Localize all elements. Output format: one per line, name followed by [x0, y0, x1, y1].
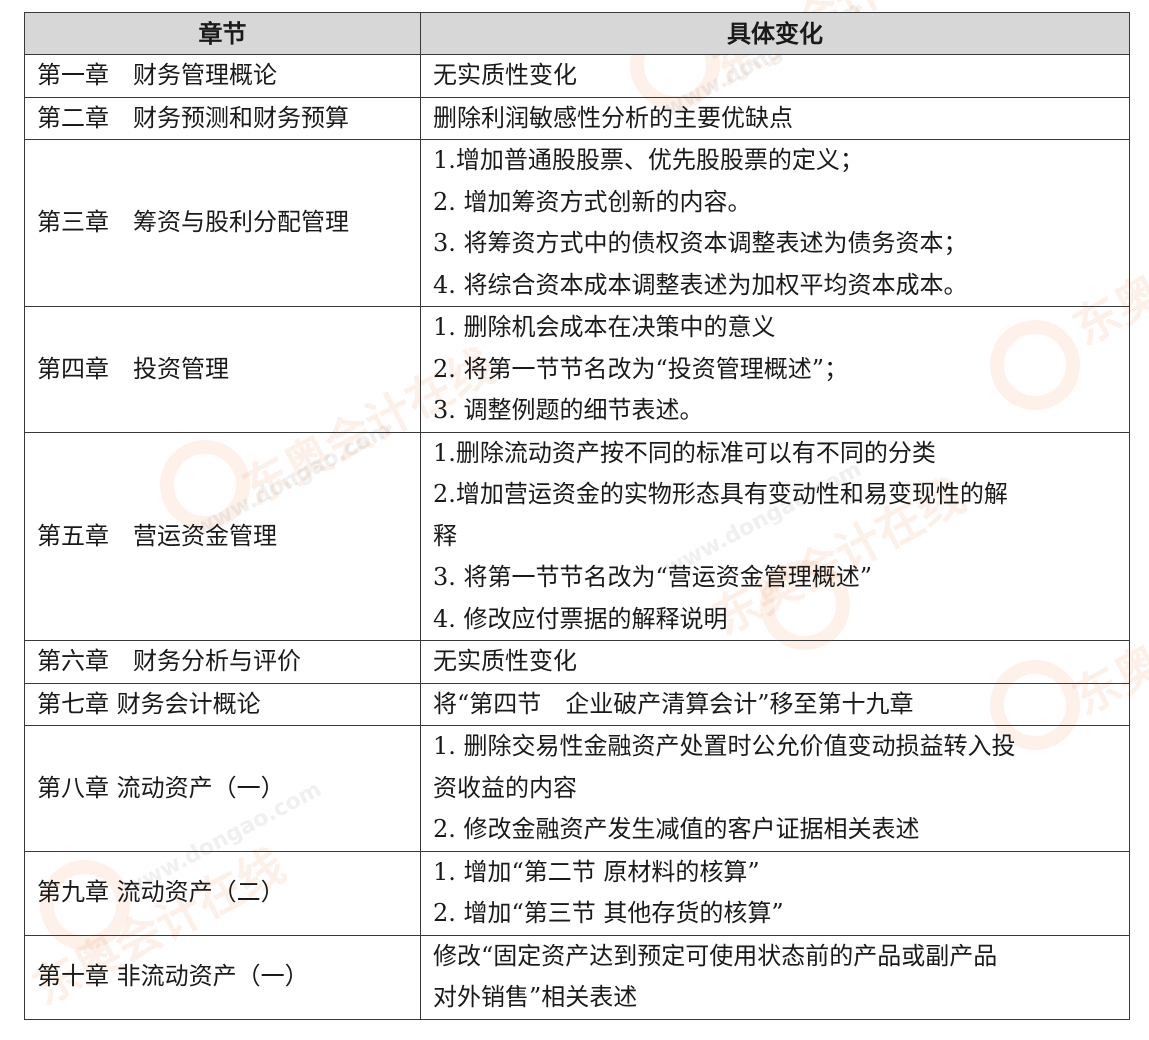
changes-cell: 1. 增加“第二节 原材料的核算” 2. 增加“第三节 其他存货的核算” [420, 850, 1130, 936]
chapter-cell: 第三章 筹资与股利分配管理 [24, 139, 421, 307]
change-line: 释 [433, 521, 457, 550]
table-row: 第四章 投资管理 1. 删除机会成本在决策中的意义 2. 将第一节节名改为“投资… [24, 306, 1130, 433]
change-line: 1.增加普通股股票、优先股股票的定义； [433, 146, 864, 174]
chapter-cell: 第六章 财务分析与评价 [24, 640, 421, 684]
chapter-cell: 第五章 营运资金管理 [24, 431, 421, 641]
change-line: 将“第四节 企业破产清算会计”移至第十九章 [433, 689, 914, 718]
change-line: 1.删除流动资产按不同的标准可以有不同的分类 [433, 438, 936, 467]
table-row: 第五章 营运资金管理 1.删除流动资产按不同的标准可以有不同的分类 2.增加营运… [24, 431, 1130, 641]
change-line: 4. 修改应付票据的解释说明 [433, 604, 728, 633]
changes-cell: 1.增加普通股股票、优先股股票的定义； 2. 增加筹资方式创新的内容。 3. 将… [420, 139, 1130, 307]
change-line: 3. 将第一节节名改为“营运资金管理概述” [433, 563, 873, 591]
changes-cell: 删除利润敏感性分析的主要优缺点 [420, 96, 1130, 140]
chapter-cell: 第七章 财务会计概论 [24, 682, 421, 726]
change-line: 2.增加营运资金的实物形态具有变动性和易变现性的解 [433, 480, 1008, 508]
table-header-row: 章节 具体变化 [24, 12, 1130, 55]
change-line: 3. 调整例题的细节表述。 [433, 396, 704, 424]
change-line: 对外销售”相关表述 [433, 983, 638, 1011]
change-line: 2. 增加“第三节 其他存货的核算” [433, 899, 784, 927]
chapter-cell: 第四章 投资管理 [24, 306, 421, 433]
table-row: 第八章 流动资产（一） 1. 删除交易性金融资产处置时公允价值变动损益转入投 资… [24, 725, 1130, 852]
changes-cell: 1. 删除交易性金融资产处置时公允价值变动损益转入投 资收益的内容 2. 修改金… [420, 725, 1130, 852]
change-line: 1. 删除交易性金融资产处置时公允价值变动损益转入投 [433, 732, 1016, 760]
changes-cell: 将“第四节 企业破产清算会计”移至第十九章 [420, 682, 1130, 726]
table-row: 第六章 财务分析与评价 无实质性变化 [24, 640, 1130, 684]
change-line: 3. 将筹资方式中的债权资本调整表述为债务资本； [433, 229, 968, 257]
table-row: 第三章 筹资与股利分配管理 1.增加普通股股票、优先股股票的定义； 2. 增加筹… [24, 139, 1130, 307]
changes-cell: 1. 删除机会成本在决策中的意义 2. 将第一节节名改为“投资管理概述”； 3.… [420, 306, 1130, 433]
changes-cell: 修改“固定资产达到预定可使用状态前的产品或副产品 对外销售”相关表述 [420, 934, 1130, 1020]
change-line: 资收益的内容 [433, 773, 577, 802]
change-line: 删除利润敏感性分析的主要优缺点 [433, 103, 793, 132]
chapter-changes-table: 章节 具体变化 第一章 财务管理概论 无实质性变化 第二章 财务预测和财务预算 … [24, 12, 1130, 1020]
table-row: 第七章 财务会计概论 将“第四节 企业破产清算会计”移至第十九章 [24, 682, 1130, 726]
change-line: 2. 修改金融资产发生减值的客户证据相关表述 [433, 815, 920, 843]
header-changes: 具体变化 [420, 12, 1130, 55]
chapter-cell: 第二章 财务预测和财务预算 [24, 96, 421, 140]
changes-cell: 1.删除流动资产按不同的标准可以有不同的分类 2.增加营运资金的实物形态具有变动… [420, 431, 1130, 641]
change-line: 2. 增加筹资方式创新的内容。 [433, 187, 752, 216]
changes-table-container: 章节 具体变化 第一章 财务管理概论 无实质性变化 第二章 财务预测和财务预算 … [24, 12, 1130, 1020]
change-line: 2. 将第一节节名改为“投资管理概述”； [433, 354, 849, 383]
change-line: 4. 将综合资本成本调整表述为加权平均资本成本。 [433, 270, 968, 299]
change-line: 无实质性变化 [433, 647, 577, 675]
chapter-cell: 第九章 流动资产（二） [24, 850, 421, 936]
change-line: 1. 删除机会成本在决策中的意义 [433, 313, 776, 341]
changes-cell: 无实质性变化 [420, 640, 1130, 684]
table-row: 第一章 财务管理概论 无实质性变化 [24, 54, 1130, 98]
chapter-cell: 第一章 财务管理概论 [24, 54, 421, 98]
chapter-cell: 第八章 流动资产（一） [24, 725, 421, 852]
change-line: 1. 增加“第二节 原材料的核算” [433, 857, 760, 886]
header-chapter: 章节 [24, 12, 421, 55]
table-row: 第十章 非流动资产（一） 修改“固定资产达到预定可使用状态前的产品或副产品 对外… [24, 934, 1130, 1020]
change-line: 无实质性变化 [433, 61, 577, 89]
change-line: 修改“固定资产达到预定可使用状态前的产品或副产品 [433, 941, 998, 970]
table-row: 第九章 流动资产（二） 1. 增加“第二节 原材料的核算” 2. 增加“第三节 … [24, 850, 1130, 936]
changes-cell: 无实质性变化 [420, 54, 1130, 98]
table-row: 第二章 财务预测和财务预算 删除利润敏感性分析的主要优缺点 [24, 96, 1130, 140]
chapter-cell: 第十章 非流动资产（一） [24, 934, 421, 1020]
